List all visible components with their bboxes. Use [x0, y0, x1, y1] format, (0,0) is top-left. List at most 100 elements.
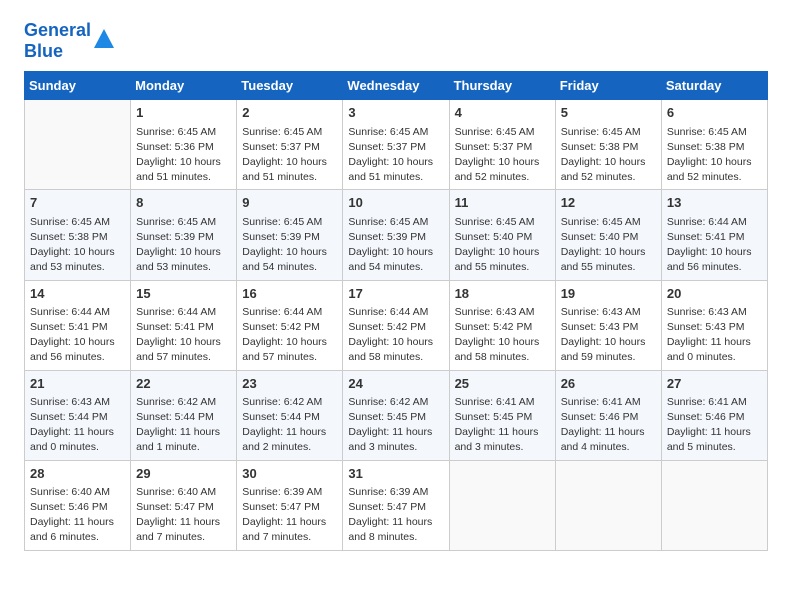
calendar-cell: 2 Sunrise: 6:45 AMSunset: 5:37 PMDaylight…: [237, 100, 343, 190]
day-info: Sunrise: 6:43 AMSunset: 5:43 PMDaylight:…: [561, 305, 656, 366]
calendar-cell: 9Sunrise: 6:45 AMSunset: 5:39 PMDaylight…: [237, 190, 343, 280]
weekday-header: Friday: [555, 72, 661, 100]
day-number: 3: [348, 104, 443, 122]
day-info: Sunrise: 6:43 AMSunset: 5:42 PMDaylight:…: [455, 305, 550, 366]
day-info: Sunrise: 6:45 AMSunset: 5:38 PMDaylight:…: [30, 215, 125, 276]
day-info: Sunrise: 6:44 AMSunset: 5:41 PMDaylight:…: [667, 215, 762, 276]
calendar-header: SundayMondayTuesdayWednesdayThursdayFrid…: [25, 72, 768, 100]
day-info: Sunrise: 6:45 AMSunset: 5:38 PMDaylight:…: [667, 125, 762, 186]
day-number: 12: [561, 194, 656, 212]
day-number: 19: [561, 285, 656, 303]
day-number: 10: [348, 194, 443, 212]
day-number: 2: [242, 104, 337, 122]
calendar-cell: 11 Sunrise: 6:45 AMSunset: 5:40 PMDayligh…: [449, 190, 555, 280]
day-info: Sunrise: 6:45 AMSunset: 5:36 PMDaylight:…: [136, 125, 231, 186]
logo: GeneralBlue: [24, 20, 115, 61]
weekday-header: Thursday: [449, 72, 555, 100]
day-number: 22: [136, 375, 231, 393]
day-info: Sunrise: 6:42 AMSunset: 5:45 PMDaylight:…: [348, 395, 443, 456]
calendar-cell: 7 Sunrise: 6:45 AMSunset: 5:38 PMDaylight…: [25, 190, 131, 280]
day-number: 13: [667, 194, 762, 212]
calendar-cell: 1Sunrise: 6:45 AMSunset: 5:36 PMDaylight…: [131, 100, 237, 190]
day-info: Sunrise: 6:45 AMSunset: 5:37 PMDaylight:…: [348, 125, 443, 186]
calendar-cell: 28 Sunrise: 6:40 AMSunset: 5:46 PMDayligh…: [25, 460, 131, 550]
calendar-cell: 4Sunrise: 6:45 AMSunset: 5:37 PMDaylight…: [449, 100, 555, 190]
day-info: Sunrise: 6:42 AMSunset: 5:44 PMDaylight:…: [136, 395, 231, 456]
day-info: Sunrise: 6:45 AMSunset: 5:40 PMDaylight:…: [561, 215, 656, 276]
day-info: Sunrise: 6:44 AMSunset: 5:41 PMDaylight:…: [136, 305, 231, 366]
calendar-cell: 25 Sunrise: 6:41 AMSunset: 5:45 PMDayligh…: [449, 370, 555, 460]
calendar-cell: 18 Sunrise: 6:43 AMSunset: 5:42 PMDayligh…: [449, 280, 555, 370]
day-number: 15: [136, 285, 231, 303]
day-info: Sunrise: 6:44 AMSunset: 5:41 PMDaylight:…: [30, 305, 125, 366]
day-number: 26: [561, 375, 656, 393]
day-number: 28: [30, 465, 125, 483]
day-info: Sunrise: 6:43 AMSunset: 5:43 PMDaylight:…: [667, 305, 762, 366]
day-number: 24: [348, 375, 443, 393]
calendar-cell: 26 Sunrise: 6:41 AMSunset: 5:46 PMDayligh…: [555, 370, 661, 460]
calendar-cell: 8 Sunrise: 6:45 AMSunset: 5:39 PMDaylight…: [131, 190, 237, 280]
calendar-cell: 20Sunrise: 6:43 AMSunset: 5:43 PMDayligh…: [661, 280, 767, 370]
day-info: Sunrise: 6:45 AMSunset: 5:39 PMDaylight:…: [136, 215, 231, 276]
weekday-header: Monday: [131, 72, 237, 100]
calendar-cell: 21Sunrise: 6:43 AMSunset: 5:44 PMDayligh…: [25, 370, 131, 460]
calendar-cell: 5 Sunrise: 6:45 AMSunset: 5:38 PMDaylight…: [555, 100, 661, 190]
day-number: 30: [242, 465, 337, 483]
calendar-cell: 17 Sunrise: 6:44 AMSunset: 5:42 PMDayligh…: [343, 280, 449, 370]
day-number: 11: [455, 194, 550, 212]
day-number: 25: [455, 375, 550, 393]
calendar-cell: 29 Sunrise: 6:40 AMSunset: 5:47 PMDayligh…: [131, 460, 237, 550]
calendar-cell: 22 Sunrise: 6:42 AMSunset: 5:44 PMDayligh…: [131, 370, 237, 460]
calendar-cell: 13 Sunrise: 6:44 AMSunset: 5:41 PMDayligh…: [661, 190, 767, 280]
calendar-cell: 10 Sunrise: 6:45 AMSunset: 5:39 PMDayligh…: [343, 190, 449, 280]
calendar-body: 1Sunrise: 6:45 AMSunset: 5:36 PMDaylight…: [25, 100, 768, 550]
day-info: Sunrise: 6:40 AMSunset: 5:47 PMDaylight:…: [136, 485, 231, 546]
calendar-cell: 27 Sunrise: 6:41 AMSunset: 5:46 PMDayligh…: [661, 370, 767, 460]
day-number: 14: [30, 285, 125, 303]
logo-text-area: GeneralBlue: [24, 20, 91, 61]
calendar-cell: 19 Sunrise: 6:43 AMSunset: 5:43 PMDayligh…: [555, 280, 661, 370]
logo-triangle-icon: [93, 28, 115, 50]
calendar-cell: 24 Sunrise: 6:42 AMSunset: 5:45 PMDayligh…: [343, 370, 449, 460]
day-number: 16: [242, 285, 337, 303]
day-info: Sunrise: 6:40 AMSunset: 5:46 PMDaylight:…: [30, 485, 125, 546]
day-number: 21: [30, 375, 125, 393]
day-info: Sunrise: 6:45 AMSunset: 5:37 PMDaylight:…: [242, 125, 337, 186]
day-info: Sunrise: 6:42 AMSunset: 5:44 PMDaylight:…: [242, 395, 337, 456]
day-info: Sunrise: 6:39 AMSunset: 5:47 PMDaylight:…: [242, 485, 337, 546]
calendar-cell: [25, 100, 131, 190]
day-number: 9: [242, 194, 337, 212]
day-info: Sunrise: 6:44 AMSunset: 5:42 PMDaylight:…: [242, 305, 337, 366]
page-header: GeneralBlue: [24, 20, 768, 61]
day-info: Sunrise: 6:41 AMSunset: 5:46 PMDaylight:…: [667, 395, 762, 456]
day-info: Sunrise: 6:45 AMSunset: 5:40 PMDaylight:…: [455, 215, 550, 276]
day-number: 31: [348, 465, 443, 483]
calendar-cell: [449, 460, 555, 550]
day-info: Sunrise: 6:39 AMSunset: 5:47 PMDaylight:…: [348, 485, 443, 546]
calendar-cell: 30 Sunrise: 6:39 AMSunset: 5:47 PMDayligh…: [237, 460, 343, 550]
calendar-cell: 31 Sunrise: 6:39 AMSunset: 5:47 PMDayligh…: [343, 460, 449, 550]
day-number: 4: [455, 104, 550, 122]
day-info: Sunrise: 6:41 AMSunset: 5:46 PMDaylight:…: [561, 395, 656, 456]
day-number: 27: [667, 375, 762, 393]
calendar-cell: 15 Sunrise: 6:44 AMSunset: 5:41 PMDayligh…: [131, 280, 237, 370]
calendar-cell: 23 Sunrise: 6:42 AMSunset: 5:44 PMDayligh…: [237, 370, 343, 460]
weekday-header: Tuesday: [237, 72, 343, 100]
day-number: 5: [561, 104, 656, 122]
calendar-cell: 14 Sunrise: 6:44 AMSunset: 5:41 PMDayligh…: [25, 280, 131, 370]
calendar-cell: 6 Sunrise: 6:45 AMSunset: 5:38 PMDaylight…: [661, 100, 767, 190]
weekday-header: Wednesday: [343, 72, 449, 100]
day-number: 23: [242, 375, 337, 393]
day-number: 18: [455, 285, 550, 303]
day-number: 29: [136, 465, 231, 483]
day-info: Sunrise: 6:44 AMSunset: 5:42 PMDaylight:…: [348, 305, 443, 366]
day-info: Sunrise: 6:45 AMSunset: 5:39 PMDaylight:…: [348, 215, 443, 276]
weekday-header: Sunday: [25, 72, 131, 100]
day-info: Sunrise: 6:41 AMSunset: 5:45 PMDaylight:…: [455, 395, 550, 456]
day-number: 17: [348, 285, 443, 303]
day-number: 8: [136, 194, 231, 212]
calendar-cell: 16 Sunrise: 6:44 AMSunset: 5:42 PMDayligh…: [237, 280, 343, 370]
day-number: 6: [667, 104, 762, 122]
day-info: Sunrise: 6:45 AMSunset: 5:38 PMDaylight:…: [561, 125, 656, 186]
day-number: 7: [30, 194, 125, 212]
